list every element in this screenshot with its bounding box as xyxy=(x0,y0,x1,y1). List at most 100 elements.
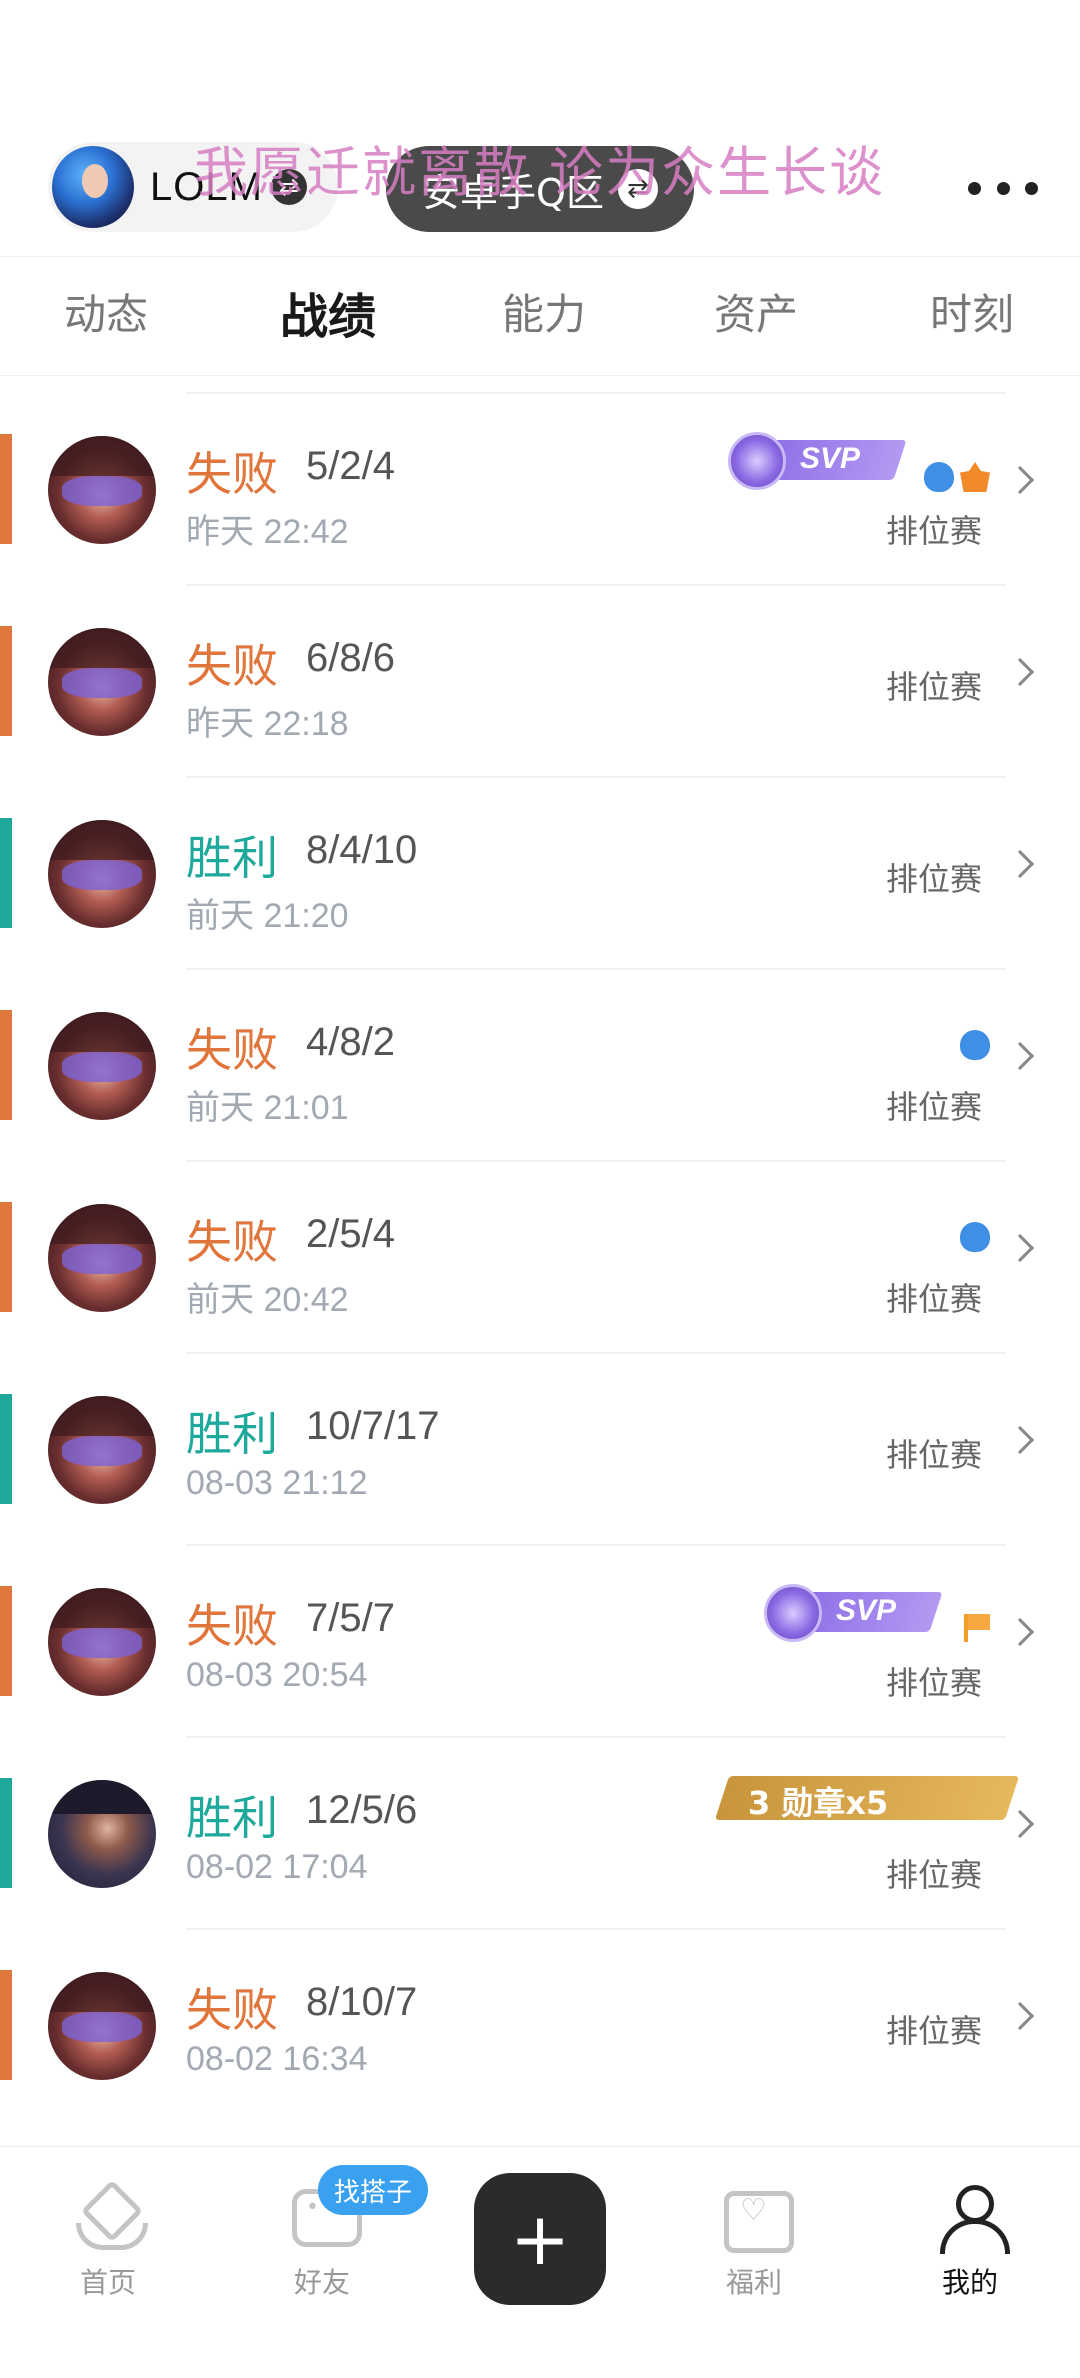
result-bar xyxy=(0,818,12,928)
nav-welfare[interactable]: 福利 xyxy=(694,2185,814,2301)
match-mode: 排位赛 xyxy=(885,512,982,550)
match-kda: 8/10/7 xyxy=(306,1980,418,2024)
orange-flame-icon xyxy=(960,462,990,492)
match-result: 失败 xyxy=(186,447,278,501)
match-time: 08-03 21:12 xyxy=(186,1464,368,1502)
watermark-text: 我愿迁就离散 论为众生长谈 xyxy=(194,141,886,204)
gift-icon xyxy=(720,2185,794,2253)
tab-assets[interactable]: 资产 xyxy=(714,281,798,342)
result-bar xyxy=(0,1778,12,1888)
match-mode: 排位赛 xyxy=(885,2012,982,2050)
profile-tabs: 动态 战绩 能力 资产 时刻 xyxy=(0,256,1080,376)
match-result: 失败 xyxy=(186,1599,278,1653)
match-mode: 排位赛 xyxy=(885,1280,982,1318)
row-divider xyxy=(186,1544,1006,1546)
blue-flame-icon xyxy=(960,1222,990,1252)
match-row[interactable]: 胜利 10/7/17 08-03 21:12 排位赛 xyxy=(0,1352,1080,1544)
hero-avatar xyxy=(48,436,156,544)
nav-label: 我的 xyxy=(941,2266,998,2299)
result-bar xyxy=(0,1586,12,1696)
match-row[interactable]: 失败 2/5/4 前天 20:42 排位赛 xyxy=(0,1160,1080,1352)
match-result: 失败 xyxy=(186,1215,278,1269)
game-avatar xyxy=(52,146,134,228)
match-kda: 10/7/17 xyxy=(306,1404,440,1448)
match-time: 前天 21:20 xyxy=(186,897,349,935)
match-time: 08-03 20:54 xyxy=(186,1656,368,1694)
blue-flame-icon xyxy=(960,1030,990,1060)
find-partner-badge[interactable]: 找搭子 xyxy=(318,2165,429,2215)
orange-flag-icon xyxy=(964,1614,990,1642)
row-divider xyxy=(186,392,1006,394)
match-mode: 排位赛 xyxy=(885,668,982,706)
hero-avatar xyxy=(48,820,156,928)
svp-badge: SVP xyxy=(728,432,907,490)
result-bar xyxy=(0,434,12,544)
match-result: 胜利 xyxy=(186,1407,278,1461)
match-list: 失败 5/2/4 昨天 22:42 SVP 排位赛 失败 6/8/6 昨天 22… xyxy=(0,392,1080,2120)
result-bar xyxy=(0,1970,12,2080)
tab-ability[interactable]: 能力 xyxy=(502,281,586,342)
match-result: 失败 xyxy=(186,639,278,693)
match-time: 前天 21:01 xyxy=(186,1089,349,1127)
result-bar xyxy=(0,626,12,736)
chevron-right-icon xyxy=(1005,657,1035,687)
tab-moments[interactable]: 时刻 xyxy=(930,281,1014,342)
match-mode: 排位赛 xyxy=(885,860,982,898)
match-mode: 排位赛 xyxy=(885,1436,982,1474)
match-row[interactable]: 失败 6/8/6 昨天 22:18 排位赛 xyxy=(0,584,1080,776)
match-result: 失败 xyxy=(186,1983,278,2037)
hero-avatar xyxy=(48,1396,156,1504)
blue-flame-icon xyxy=(924,462,954,492)
more-dots-icon[interactable] xyxy=(968,170,1038,206)
result-bar xyxy=(0,1394,12,1504)
row-divider xyxy=(186,1736,1006,1738)
match-kda: 7/5/7 xyxy=(306,1596,395,1640)
result-bar xyxy=(0,1202,12,1312)
medal-badge: 3 勋章x5 xyxy=(714,1776,1020,1822)
match-result: 失败 xyxy=(186,1023,278,1077)
svp-badge: SVP xyxy=(764,1584,943,1642)
match-row[interactable]: 失败 4/8/2 前天 21:01 排位赛 xyxy=(0,968,1080,1160)
match-row[interactable]: 失败 7/5/7 08-03 20:54 SVP 排位赛 xyxy=(0,1544,1080,1736)
chevron-right-icon xyxy=(1005,2001,1035,2031)
row-divider xyxy=(186,1160,1006,1162)
nav-label: 福利 xyxy=(725,2266,782,2299)
match-kda: 5/2/4 xyxy=(306,444,395,488)
row-divider xyxy=(186,1928,1006,1930)
match-mode: 排位赛 xyxy=(885,1856,982,1894)
match-mode: 排位赛 xyxy=(885,1088,982,1126)
nav-me[interactable]: 我的 xyxy=(910,2185,1030,2301)
match-time: 昨天 22:42 xyxy=(186,513,349,551)
hero-avatar xyxy=(48,1780,156,1888)
hero-avatar xyxy=(48,1588,156,1696)
match-row[interactable]: 胜利 12/5/6 08-02 17:04 3 勋章x5 排位赛 xyxy=(0,1736,1080,1928)
match-result: 胜利 xyxy=(186,1791,278,1845)
match-row[interactable]: 胜利 8/4/10 前天 21:20 排位赛 xyxy=(0,776,1080,968)
chevron-right-icon xyxy=(1005,849,1035,879)
match-kda: 8/4/10 xyxy=(306,828,418,872)
match-time: 前天 20:42 xyxy=(186,1281,349,1319)
hero-avatar xyxy=(48,1012,156,1120)
nav-home[interactable]: 首页 xyxy=(48,2185,168,2301)
match-kda: 4/8/2 xyxy=(306,1020,395,1064)
tab-records[interactable]: 战绩 xyxy=(280,277,376,347)
match-row[interactable]: 失败 5/2/4 昨天 22:42 SVP 排位赛 xyxy=(0,392,1080,584)
result-bar xyxy=(0,1010,12,1120)
chevron-right-icon xyxy=(1005,1233,1035,1263)
match-kda: 6/8/6 xyxy=(306,636,395,680)
match-kda: 12/5/6 xyxy=(306,1788,418,1832)
match-time: 昨天 22:18 xyxy=(186,705,349,743)
hero-avatar xyxy=(48,1972,156,2080)
row-divider xyxy=(186,1352,1006,1354)
row-divider xyxy=(186,776,1006,778)
match-row[interactable]: 失败 8/10/7 08-02 16:34 排位赛 xyxy=(0,1928,1080,2120)
svp-medal-icon xyxy=(764,1584,822,1642)
match-kda: 2/5/4 xyxy=(306,1212,395,1256)
tab-dynamics[interactable]: 动态 xyxy=(64,281,148,342)
bottom-nav: 首页 好友 找搭子 + 福利 我的 xyxy=(0,2146,1080,2378)
match-time: 08-02 16:34 xyxy=(186,2040,368,2078)
nav-label: 好友 xyxy=(293,2266,350,2299)
nav-label: 首页 xyxy=(79,2266,136,2299)
plus-icon[interactable]: + xyxy=(474,2173,606,2305)
match-time: 08-02 17:04 xyxy=(186,1848,368,1886)
